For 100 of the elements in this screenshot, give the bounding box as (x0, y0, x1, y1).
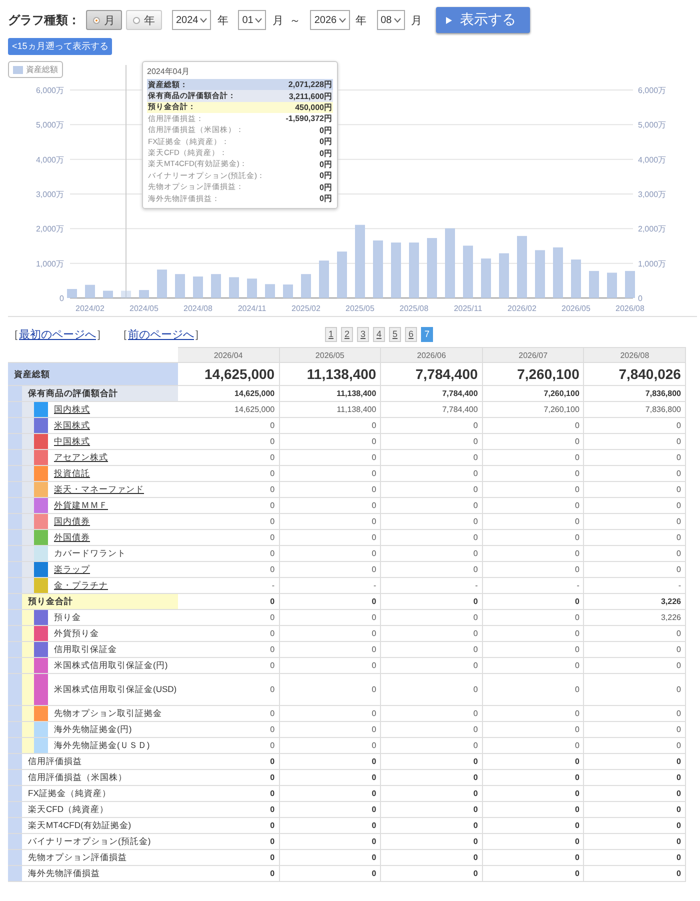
indent-bar (8, 482, 22, 497)
table-cell: 0 (280, 609, 382, 625)
table-cell: 0 (280, 657, 382, 673)
page-link[interactable]: 2 (341, 326, 353, 342)
table-cell: 0 (381, 833, 483, 849)
y-axis-label: 3,000万 (36, 190, 64, 199)
indent-bar (8, 578, 22, 593)
table-cell: 0 (584, 737, 686, 753)
tooltip-value: 0円 (320, 124, 332, 136)
table-cell: 7,836,800 (584, 385, 686, 401)
page-link[interactable]: 1 (325, 326, 337, 342)
x-axis-label: 2024/11 (238, 304, 266, 313)
select-field[interactable]: 2026 (310, 10, 350, 30)
table-cell: 0 (280, 673, 382, 705)
back-button[interactable]: <15ヵ月遡って表示する (8, 38, 112, 55)
indent-bar (22, 402, 34, 417)
select-field[interactable]: 2024 (172, 10, 212, 30)
table-cell: 0 (280, 865, 382, 881)
table-cell: 0 (280, 833, 382, 849)
indent-bar (8, 610, 22, 625)
table-cell: 0 (178, 481, 280, 497)
nav-link[interactable]: 前のページへ (128, 328, 194, 340)
table-cell: 7,784,400 (381, 362, 483, 385)
table-cell: 0 (280, 849, 382, 865)
tooltip-value: 0円 (320, 148, 332, 159)
table-cell: 0 (381, 721, 483, 737)
y-axis-label: 6,000万 (638, 86, 666, 95)
table-cell: 0 (482, 529, 584, 545)
table-cell: 0 (381, 529, 483, 545)
table-cell: 0 (584, 769, 686, 785)
table-cell: 0 (584, 833, 686, 849)
page-link[interactable]: 5 (389, 326, 401, 342)
range-text: ～ (289, 14, 300, 28)
table-cell: 3,226 (584, 593, 686, 609)
column-header: 2026/07 (482, 347, 584, 362)
table-cell: 0 (381, 593, 483, 609)
table-cell: 7,260,100 (482, 385, 584, 401)
table-cell: 0 (280, 417, 382, 433)
indent-bar (22, 498, 34, 513)
table-cell: - (584, 577, 686, 593)
table-cell: 11,138,400 (280, 401, 382, 417)
legend[interactable]: 資産総額 (8, 61, 63, 78)
table-cell: 0 (280, 545, 382, 561)
table-cell: 0 (482, 417, 584, 433)
x-axis-label: 2025/02 (292, 304, 320, 313)
select-field[interactable]: 08 (376, 10, 405, 30)
indent-bar (8, 434, 22, 449)
table-cell: 0 (178, 705, 280, 721)
indent-bar (22, 578, 34, 593)
chevron-down-icon (394, 18, 401, 22)
table-cell: 0 (178, 865, 280, 881)
table-cell: 0 (482, 433, 584, 449)
table-cell: 7,840,026 (584, 362, 686, 385)
table-cell: 0 (584, 465, 686, 481)
range-text: 年 (217, 14, 228, 28)
chevron-down-icon (200, 18, 208, 22)
table-cell: 0 (381, 865, 483, 881)
y-axis-label: 0 (638, 294, 642, 303)
page-link[interactable]: 6 (405, 326, 417, 342)
tooltip-value: -1,590,372円 (286, 113, 332, 124)
indent-bar (22, 642, 34, 657)
tooltip-value: 2,071,228円 (288, 79, 332, 90)
indent-bar (8, 386, 22, 401)
indent-bar (22, 514, 34, 529)
page-link[interactable]: 3 (357, 326, 369, 342)
radio-button[interactable]: 年 (126, 10, 162, 30)
table-cell: 0 (381, 513, 483, 529)
table-cell: 0 (482, 801, 584, 817)
nav-link[interactable]: 最初のページへ (19, 328, 96, 340)
table-cell: 0 (381, 625, 483, 641)
radio-button[interactable]: 月 (86, 10, 122, 30)
indent-bar (8, 770, 22, 785)
table-cell: 0 (280, 705, 382, 721)
table-cell: 0 (584, 801, 686, 817)
table-cell: 0 (178, 753, 280, 769)
table-cell: 0 (584, 865, 686, 881)
table-cell: 0 (381, 609, 483, 625)
table-cell: 0 (381, 465, 483, 481)
table-cell: 0 (584, 513, 686, 529)
y-axis-label: 1,000万 (36, 259, 64, 268)
show-button[interactable]: 表示する (436, 7, 530, 33)
tooltip-value: 450,000円 (295, 102, 332, 113)
indent-bar (22, 434, 34, 449)
play-icon (446, 16, 452, 24)
legend-label: 資産総額 (26, 64, 58, 75)
table-cell: 0 (178, 737, 280, 753)
row-label: 預り金合計 (22, 594, 178, 609)
page-link[interactable]: 4 (373, 326, 385, 342)
table-cell: 0 (381, 673, 483, 705)
y-axis-label: 5,000万 (638, 120, 666, 130)
table-cell: 0 (482, 481, 584, 497)
table-cell: 0 (381, 657, 483, 673)
table-cell: 0 (584, 481, 686, 497)
indent-bar (8, 546, 22, 561)
y-axis-label: 4,000万 (638, 155, 666, 164)
table-cell: 0 (482, 705, 584, 721)
table-cell: 11,138,400 (280, 362, 382, 385)
table-cell: 0 (584, 625, 686, 641)
table-cell: 0 (584, 849, 686, 865)
select-field[interactable]: 01 (238, 10, 266, 30)
